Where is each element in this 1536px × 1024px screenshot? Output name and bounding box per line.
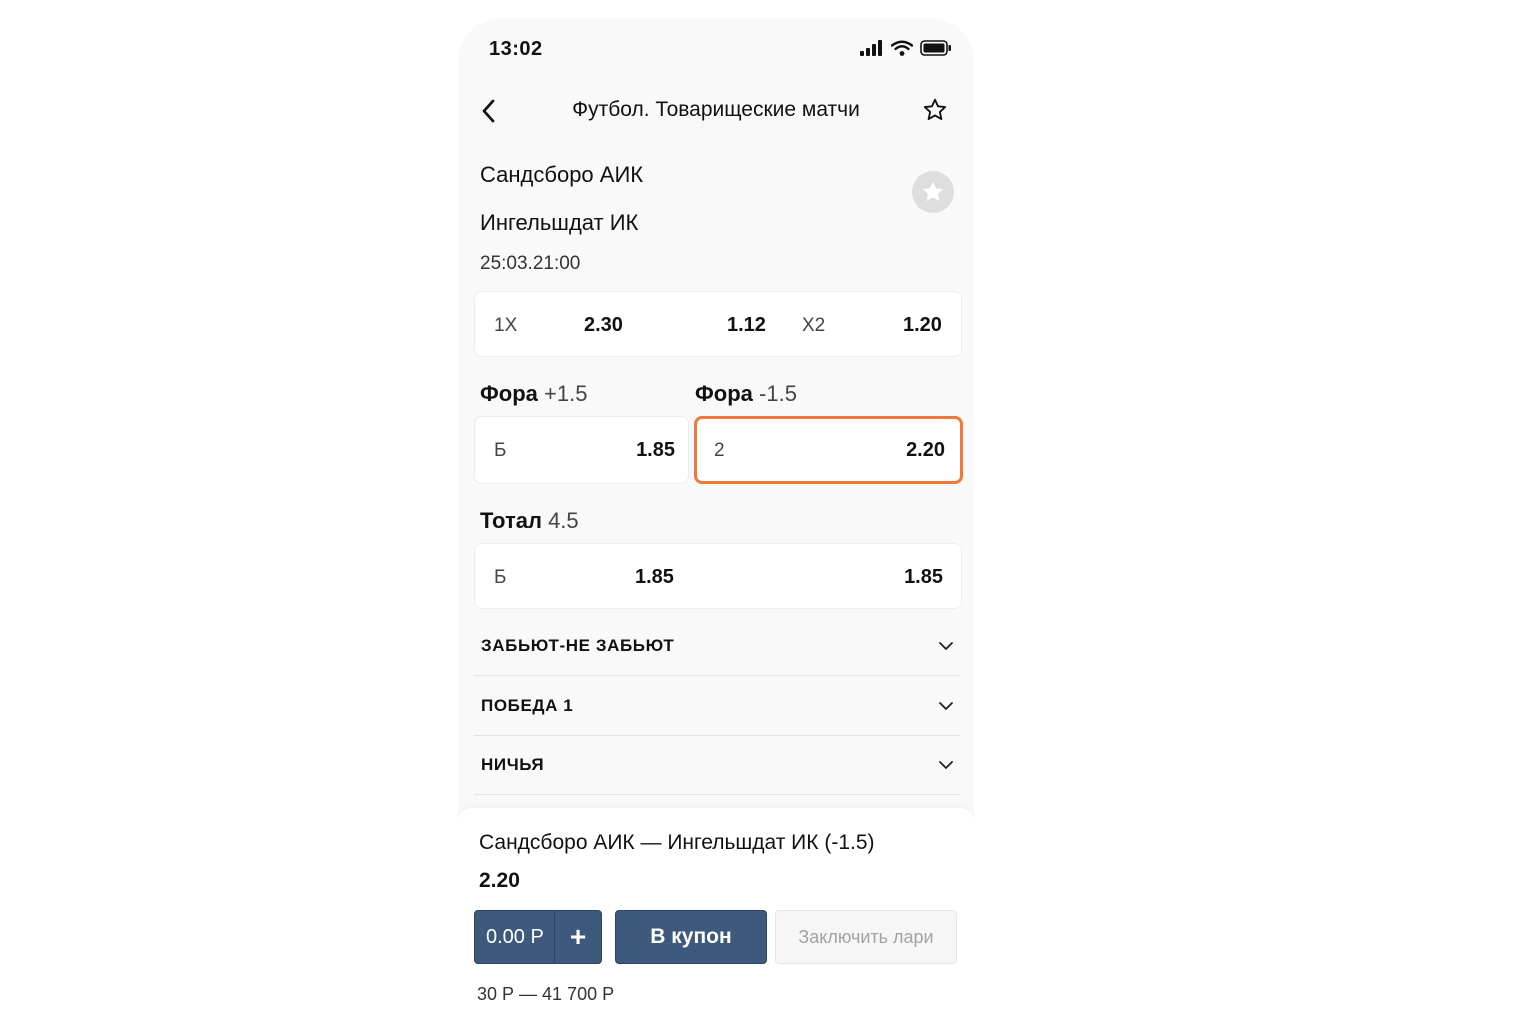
handicap-plus-heading: Фора +1.5 [480, 381, 587, 407]
chevron-down-icon [939, 702, 953, 710]
handicap-minus-value: 2.20 [906, 439, 945, 461]
handicap-plus-odds[interactable]: Б 1.85 [474, 416, 689, 484]
total-over-value[interactable]: 1.85 [635, 566, 674, 589]
bet-odds: 2.20 [479, 869, 520, 892]
odds-value-1x[interactable]: 2.30 [584, 314, 623, 337]
total-line: 4.5 [548, 508, 579, 533]
handicap-minus-title: Фора [695, 381, 753, 406]
market-draw[interactable]: НИЧЬЯ [474, 736, 960, 795]
odds-label-1x: 1X [494, 315, 518, 336]
handicap-plus-title: Фора [480, 381, 538, 406]
odds-value-x2[interactable]: 1.20 [903, 314, 942, 337]
team-away: Ингельшдат ИК [480, 210, 639, 235]
total-under-value[interactable]: 1.85 [904, 566, 943, 589]
handicap-minus-line: -1.5 [759, 381, 797, 406]
odds-value-12[interactable]: 1.12 [727, 314, 766, 337]
handicap-minus-heading: Фора -1.5 [695, 381, 797, 407]
chevron-down-icon [939, 642, 953, 650]
favorite-match-button[interactable] [912, 171, 954, 213]
total-label: Б [494, 567, 507, 588]
cellular-signal-icon [860, 40, 882, 56]
market-both-teams-score[interactable]: ЗАБЬЮТ-НЕ ЗАБЬЮТ [474, 617, 960, 676]
bet-slip-sheet: Сандсборо АИК — Ингельшдат ИК (-1.5) 2.2… [458, 808, 974, 1024]
place-bet-button[interactable]: Заключить лари [775, 910, 957, 964]
market-label: ПОБЕДА 1 [481, 696, 574, 715]
favorite-league-button[interactable] [922, 97, 948, 123]
total-heading: Тотал 4.5 [480, 508, 579, 534]
page-title: Футбол. Товарищеские матчи [572, 98, 860, 121]
status-icons [860, 40, 952, 56]
team-home: Сандсборо АИК [480, 162, 644, 187]
match-datetime: 25:03.21:00 [480, 253, 581, 274]
star-outline-icon [923, 98, 947, 121]
wifi-icon [891, 40, 913, 56]
handicap-minus-odds-selected[interactable]: 2 2.20 [694, 416, 963, 484]
handicap-plus-value: 1.85 [636, 439, 675, 461]
market-win-1[interactable]: ПОБЕДА 1 [474, 677, 960, 736]
odds-label-x2: X2 [802, 315, 826, 336]
stake-control: 0.00 Р + [474, 910, 602, 964]
add-to-coupon-button[interactable]: В купон [615, 910, 767, 964]
stake-limits: 30 Р — 41 700 Р [477, 984, 615, 1004]
battery-icon [920, 40, 951, 56]
market-label: НИЧЬЯ [481, 755, 545, 774]
market-label: ЗАБЬЮТ-НЕ ЗАБЬЮТ [481, 636, 675, 655]
handicap-minus-label: 2 [714, 440, 725, 461]
phone-screen: 13:02 Футбол. Товарищеские матчи Сандсбо… [458, 18, 974, 1024]
double-chance-row: 1X 2.30 1.12 X2 1.20 [474, 291, 962, 357]
handicap-plus-line: +1.5 [544, 381, 588, 406]
stake-increase-button[interactable]: + [555, 911, 601, 963]
status-time: 13:02 [489, 38, 543, 60]
total-odds-row: Б 1.85 1.85 [474, 543, 962, 609]
total-title: Тотал [480, 508, 542, 533]
star-filled-icon [922, 181, 944, 202]
stake-input[interactable]: 0.00 Р [475, 911, 555, 963]
chevron-down-icon [939, 761, 953, 769]
bet-selection: Сандсборо АИК — Ингельшдат ИК (-1.5) [479, 831, 875, 854]
handicap-plus-label: Б [494, 440, 507, 461]
